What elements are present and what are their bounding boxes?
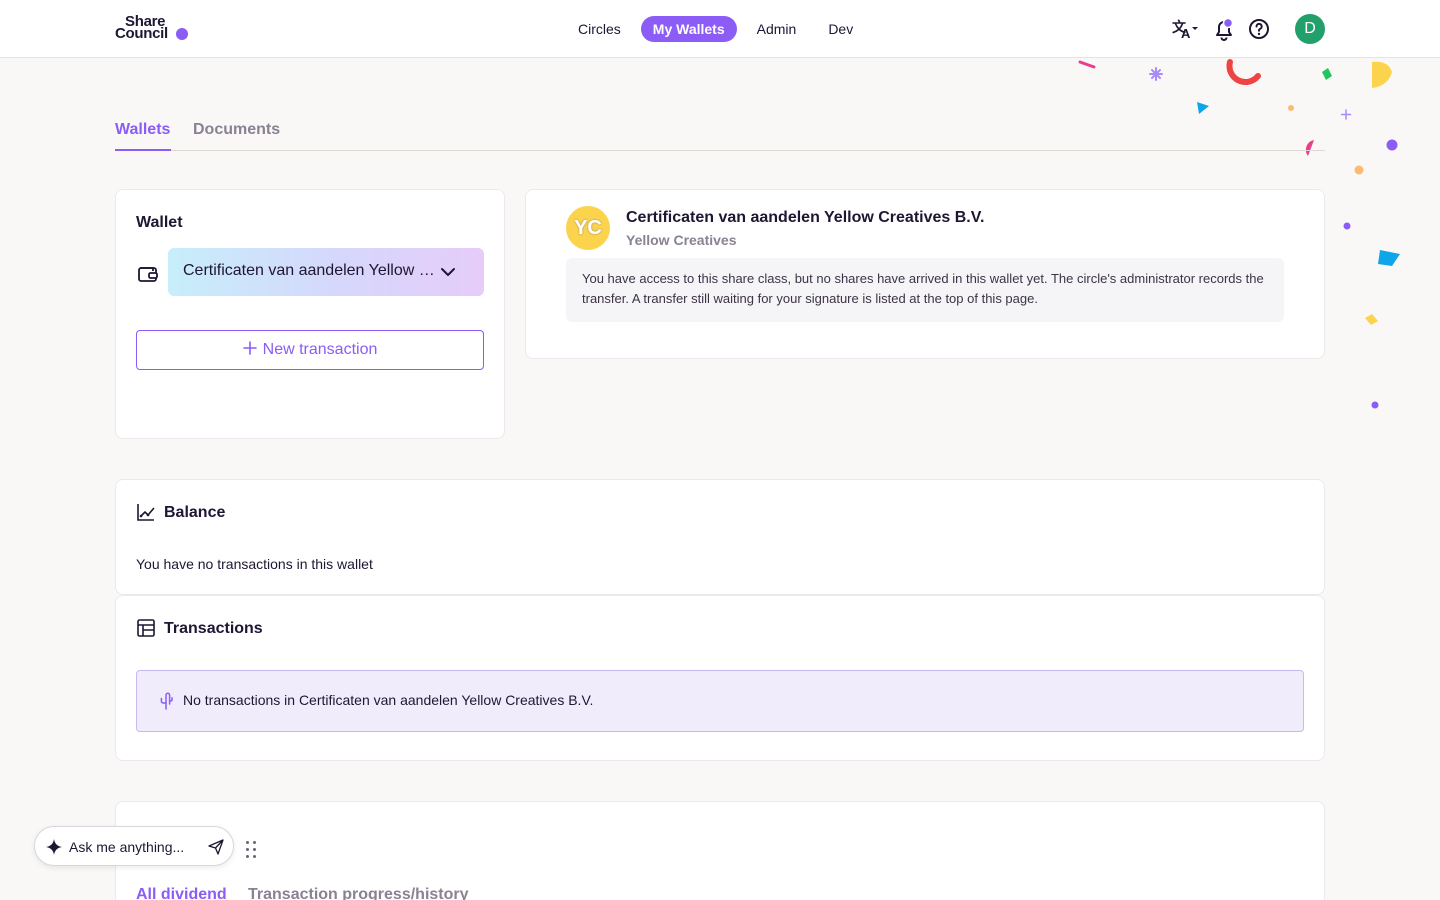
new-transaction-label: New transaction [262, 341, 378, 358]
share-class-notice: You have access to this share class, but… [566, 258, 1284, 322]
plus-icon [242, 341, 257, 355]
transactions-section: Transactions No transactions in Certific… [115, 595, 1325, 761]
dividend-section: All dividend Transaction progress/histor… [115, 801, 1325, 900]
balance-section: Balance You have no transactions in this… [115, 479, 1325, 595]
page-tabs: Wallets Documents [115, 118, 1325, 151]
logo-text-line2: Council [115, 25, 168, 42]
balance-empty-text: You have no transactions in this wallet [136, 556, 373, 572]
logo-dot [176, 28, 188, 40]
drag-handle-icon[interactable] [244, 840, 258, 860]
wallet-card-title: Wallet [136, 214, 183, 231]
nav-admin[interactable]: Admin [745, 16, 809, 42]
ask-input[interactable] [69, 837, 201, 857]
tab-transaction-progress[interactable]: Transaction progress/history [248, 886, 469, 900]
svg-text:A: A [1181, 26, 1191, 41]
nav-dev[interactable]: Dev [816, 16, 865, 42]
company-avatar: YC [566, 206, 610, 250]
sparkle-icon [45, 838, 63, 856]
wallet-icon [136, 262, 160, 286]
chart-icon [136, 502, 156, 522]
transactions-title: Transactions [164, 620, 263, 637]
transactions-empty-text: No transactions in Certificaten van aand… [183, 692, 594, 708]
wallet-card: Wallet Certificaten van aandelen Yellow … [115, 189, 505, 439]
share-class-title: Certificaten van aandelen Yellow Creativ… [626, 209, 985, 226]
nav-my-wallets[interactable]: My Wallets [640, 16, 737, 42]
help-icon[interactable] [1247, 17, 1273, 43]
user-avatar[interactable]: D [1295, 14, 1325, 44]
balance-title: Balance [164, 504, 226, 521]
tab-wallets[interactable]: Wallets [115, 121, 170, 139]
ask-assistant-widget [34, 826, 234, 866]
wallet-select-dropdown[interactable]: Certificaten van aandelen Yellow Creativ… [168, 248, 484, 296]
transactions-empty-state: No transactions in Certificaten van aand… [136, 670, 1304, 732]
cactus-icon [158, 692, 174, 710]
selected-wallet-label: Certificaten van aandelen Yellow Creativ… [183, 262, 438, 279]
share-council-logo[interactable]: Share Council [115, 14, 195, 44]
main-nav: Circles My Wallets Admin Dev [566, 16, 865, 42]
active-tab-indicator [115, 149, 171, 151]
share-class-card: YC Certificaten van aandelen Yellow Crea… [525, 189, 1325, 359]
table-icon [136, 618, 156, 638]
notification-bell-icon[interactable] [1211, 17, 1237, 43]
translate-icon[interactable]: 文 A [1171, 17, 1198, 43]
tab-documents[interactable]: Documents [193, 121, 280, 139]
top-bar: Share Council Circles My Wallets Admin D… [0, 0, 1440, 58]
share-class-company: Yellow Creatives [626, 232, 737, 248]
new-transaction-button[interactable]: New transaction [136, 330, 484, 370]
tab-all-dividend[interactable]: All dividend [136, 886, 227, 900]
send-icon[interactable] [207, 838, 225, 856]
nav-circles[interactable]: Circles [566, 16, 633, 42]
chevron-down-icon [438, 262, 458, 282]
